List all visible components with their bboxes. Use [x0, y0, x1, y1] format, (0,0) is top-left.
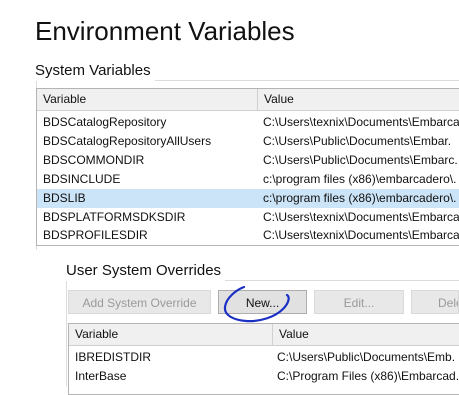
column-separator — [257, 89, 258, 110]
new-button[interactable]: New... — [218, 290, 307, 314]
row-variable: IBREDISTDIR — [75, 350, 152, 364]
row-value: c:\program files (x86)\embarcadero\. — [263, 191, 457, 205]
table-row-selected[interactable]: BDSLIB c:\program files (x86)\embarcader… — [37, 189, 459, 208]
table-row[interactable]: BDSPLATFORMSDKSDIR C:\Users\texnix\Docum… — [37, 208, 459, 227]
user-overrides-label: User System Overrides — [66, 261, 226, 281]
table-row[interactable]: BDSPROFILESDIR C:\Users\texnix\Documents… — [37, 226, 459, 245]
user-overrides-header: Variable Value — [69, 324, 459, 346]
user-overrides-table[interactable]: Variable Value IBREDISTDIR C:\Users\Publ… — [68, 323, 459, 395]
row-value: C:\Users\Public\Documents\Embarc. — [263, 153, 458, 167]
column-header-variable[interactable]: Variable — [75, 327, 118, 341]
row-value: C:\Users\texnix\Documents\Embarca — [263, 115, 459, 129]
row-value: C:\Users\Public\Documents\Emb. — [277, 350, 456, 364]
row-variable: BDSPROFILESDIR — [43, 228, 148, 242]
table-row[interactable]: BDSINCLUDE c:\program files (x86)\embarc… — [37, 170, 459, 189]
column-header-value[interactable]: Value — [264, 92, 294, 106]
row-variable: BDSINCLUDE — [43, 172, 121, 186]
system-variables-header: Variable Value — [37, 89, 459, 111]
edit-button[interactable]: Edit... — [314, 290, 404, 314]
row-variable: BDSCOMMONDIR — [43, 153, 145, 167]
user-overrides-group-edge — [66, 280, 67, 386]
system-variables-label: System Variables — [35, 61, 155, 81]
row-value: C:\Users\texnix\Documents\Embarca — [263, 228, 459, 242]
column-header-value[interactable]: Value — [279, 327, 309, 341]
table-row[interactable]: IBREDISTDIR C:\Users\Public\Documents\Em… — [69, 348, 459, 367]
row-value: C:\Users\texnix\Documents\Embarca — [263, 210, 459, 224]
row-value: c:\program files (x86)\embarcadero\. — [263, 172, 457, 186]
table-row[interactable]: BDSCOMMONDIR C:\Users\Public\Documents\E… — [37, 151, 459, 170]
row-variable: BDSLIB — [43, 191, 86, 205]
row-variable: InterBase — [75, 369, 127, 383]
table-row[interactable]: InterBase C:\Program Files (x86)\Embarca… — [69, 367, 459, 386]
column-header-variable[interactable]: Variable — [43, 92, 86, 106]
page-title: Environment Variables — [35, 16, 295, 46]
add-system-override-button[interactable]: Add System Override — [68, 290, 211, 314]
row-variable: BDSPLATFORMSDKSDIR — [43, 210, 186, 224]
row-variable: BDSCatalogRepositoryAllUsers — [43, 134, 212, 148]
delete-button[interactable]: Dele — [411, 290, 459, 314]
table-row[interactable]: BDSCatalogRepositoryAllUsers C:\Users\Pu… — [37, 132, 459, 151]
table-row[interactable]: BDSCatalogRepository C:\Users\texnix\Doc… — [37, 113, 459, 132]
system-variables-table[interactable]: Variable Value BDSCatalogRepository C:\U… — [36, 88, 459, 246]
row-variable: BDSCatalogRepository — [43, 115, 167, 129]
row-value: C:\Users\Public\Documents\Embar. — [263, 134, 452, 148]
row-value: C:\Program Files (x86)\Embarcad. — [277, 369, 459, 383]
column-separator — [272, 324, 273, 345]
